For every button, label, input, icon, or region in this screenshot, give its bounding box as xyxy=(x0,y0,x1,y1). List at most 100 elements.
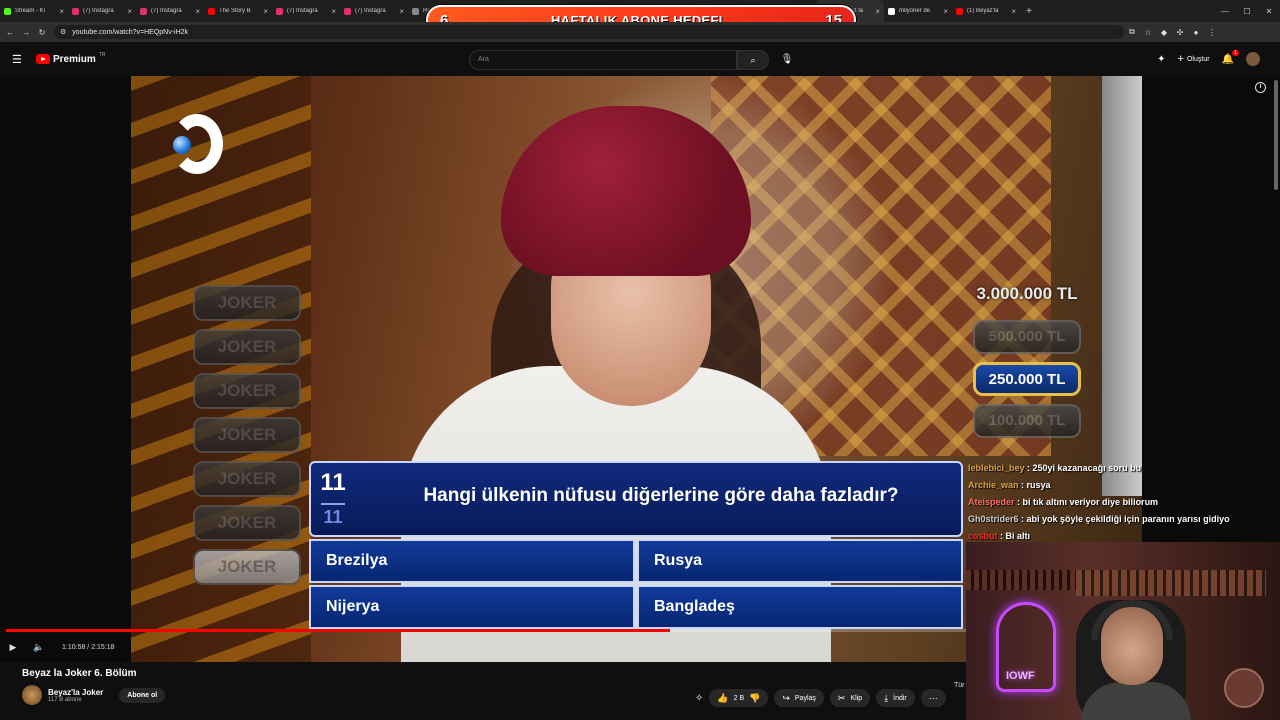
install-icon[interactable]: ⧉ xyxy=(1124,27,1140,37)
voice-search-icon[interactable]: 🎙 xyxy=(780,50,794,70)
prize-step: 250.000 TL xyxy=(973,362,1081,396)
share-button[interactable]: ↪ Paylaş xyxy=(774,689,824,707)
site-info-icon[interactable]: ⚙ xyxy=(60,28,66,36)
cast-icon[interactable]: ✦ xyxy=(1157,54,1165,65)
search-button[interactable]: ⌕ xyxy=(737,50,769,70)
chat-text: 250yi kazanacağı soru bu xyxy=(1032,463,1142,473)
question-text: Hangi ülkenin nüfusu diğerlerine göre da… xyxy=(423,485,899,506)
chat-text: Bi altı xyxy=(1005,531,1031,541)
browser-tab[interactable]: (7) Instagra × xyxy=(340,0,408,22)
channel-info: Beyaz'la Joker 117 B abone xyxy=(48,688,103,703)
screen: { "browser": { "tabs": [ {"title": "Stre… xyxy=(0,0,1280,720)
answer-d: Bangladeş xyxy=(637,585,963,629)
play-icon[interactable]: ▶ xyxy=(0,642,26,653)
create-label: Oluştur xyxy=(1186,55,1210,63)
subscriber-count: 117 B abone xyxy=(48,696,82,703)
like-icon[interactable]: 👍 xyxy=(717,693,728,704)
browser-tab[interactable]: milyoner de × xyxy=(884,0,952,22)
tab-close-icon[interactable]: × xyxy=(127,7,132,16)
joker-badge: JOKER xyxy=(193,373,301,409)
browser-tab[interactable]: (7) Instagra × xyxy=(68,0,136,22)
youtube-play-icon xyxy=(36,54,50,64)
profile-icon[interactable]: ● xyxy=(1188,28,1204,37)
download-icon: ⤓ xyxy=(884,692,889,703)
chat-separator: : xyxy=(1018,514,1027,524)
maximize-icon[interactable]: ☐ xyxy=(1236,7,1258,16)
chat-username: Gh0strider6 xyxy=(968,514,1019,524)
chat-message: Archie_wan : rusya xyxy=(968,477,1278,494)
tab-close-icon[interactable]: × xyxy=(331,7,336,16)
browser-tab[interactable]: Stream - Ki × xyxy=(0,0,68,22)
browser-tab[interactable]: (7) Instagra × xyxy=(136,0,204,22)
chat-text: abi yok şöyle çekildiği için paranın yar… xyxy=(1026,514,1230,524)
chat-separator: : xyxy=(1024,463,1033,473)
chat-message: Ateispeder : bi tık altını veriyor diye … xyxy=(968,494,1278,511)
tab-close-icon[interactable]: × xyxy=(195,7,200,16)
notification-count: 1 xyxy=(1232,49,1239,56)
close-window-icon[interactable]: ✕ xyxy=(1258,7,1280,16)
browser-menu-icon[interactable]: ⋮ xyxy=(1204,28,1220,37)
dislike-icon[interactable]: 👎 xyxy=(749,693,760,704)
edge-text: Tür xyxy=(954,682,965,689)
chat-message: Gh0strider6 : abi yok şöyle çekildiği iç… xyxy=(968,511,1278,528)
joker-badge: JOKER xyxy=(193,329,301,365)
channel-row: Beyaz'la Joker 117 B abone Abone ol xyxy=(22,685,166,705)
youtube-logo[interactable]: Premium TR xyxy=(36,52,105,65)
extension-icon[interactable]: ◆ xyxy=(1156,28,1172,37)
brand-label: Premium xyxy=(53,53,96,65)
chat-separator: : xyxy=(997,531,1006,541)
download-button[interactable]: ⤓ İndir xyxy=(876,689,915,707)
browser-tab[interactable]: The Story B × xyxy=(204,0,272,22)
reload-icon[interactable]: ↻ xyxy=(36,28,48,37)
joker-badge: JOKER xyxy=(193,285,301,321)
hamburger-menu-icon[interactable]: ☰ xyxy=(12,53,26,66)
info-icon[interactable]: i xyxy=(1255,82,1266,93)
tab-title: (7) Instagra xyxy=(355,8,386,14)
tab-title: (7) Instagra xyxy=(83,8,114,14)
forward-icon[interactable]: → xyxy=(20,28,32,37)
tab-close-icon[interactable]: × xyxy=(875,7,880,16)
channel-avatar[interactable] xyxy=(22,685,42,705)
channel-name[interactable]: Beyaz'la Joker xyxy=(48,688,103,697)
scrollbar[interactable] xyxy=(1274,80,1278,190)
chat-username: Ateispeder xyxy=(968,497,1015,507)
tab-close-icon[interactable]: × xyxy=(1011,7,1016,16)
joker-badge: JOKER xyxy=(193,505,301,541)
extensions-puzzle-icon[interactable]: ✣ xyxy=(1172,28,1188,37)
question-panel: 11 11 Hangi ülkenin nüfusu diğerlerine g… xyxy=(309,461,963,631)
account-avatar[interactable] xyxy=(1246,52,1260,66)
sparkle-icon[interactable]: ✧ xyxy=(695,693,703,704)
tab-title: (7) Instagra xyxy=(151,8,182,14)
tab-favicon-icon xyxy=(208,7,215,15)
tab-favicon-icon xyxy=(888,7,895,15)
tab-favicon-icon xyxy=(412,7,419,15)
question-box: 11 11 Hangi ülkenin nüfusu diğerlerine g… xyxy=(309,461,963,537)
new-tab-icon[interactable]: + xyxy=(1020,6,1038,17)
tab-close-icon[interactable]: × xyxy=(399,7,404,16)
create-button[interactable]: + Oluştur xyxy=(1178,53,1210,65)
notifications-bell-icon[interactable]: 🔔 1 xyxy=(1222,49,1239,65)
clip-label: Klip xyxy=(850,694,863,702)
search-input[interactable]: Ara xyxy=(469,50,737,70)
joker-column: JOKER JOKER JOKER JOKER JOKER JOKER JOKER xyxy=(193,285,301,593)
url-field[interactable]: ⚙ youtube.com/watch?v=HEQpNv-iH2k xyxy=(54,25,1124,39)
search-icon: ⌕ xyxy=(750,55,756,65)
tab-close-icon[interactable]: × xyxy=(263,7,268,16)
subscribe-button[interactable]: Abone ol xyxy=(119,687,166,703)
shelf-left xyxy=(966,570,1076,590)
more-actions-button[interactable]: ⋯ xyxy=(920,689,946,707)
prize-ladder: 3.000.000 TL 500.000 TL 250.000 TL 100.000… xyxy=(962,276,1092,438)
tab-close-icon[interactable]: × xyxy=(943,7,948,16)
volume-icon[interactable]: 🔈 xyxy=(26,642,52,653)
minimize-icon[interactable]: — xyxy=(1214,7,1236,16)
answer-c: Nijerya xyxy=(309,585,635,629)
clip-button[interactable]: ✂ Klip xyxy=(829,689,871,707)
answer-a: Brezilya xyxy=(309,539,635,583)
tab-close-icon[interactable]: × xyxy=(59,7,64,16)
chat-username: Archie_wan xyxy=(968,480,1019,490)
browser-tab[interactable]: (1) Beyaz'la × xyxy=(952,0,1020,22)
browser-tab[interactable]: (7) Instagra × xyxy=(272,0,340,22)
joker-badge: JOKER xyxy=(193,461,301,497)
back-icon[interactable]: ← xyxy=(4,28,16,37)
bookmark-star-icon[interactable]: ☆ xyxy=(1140,28,1156,37)
